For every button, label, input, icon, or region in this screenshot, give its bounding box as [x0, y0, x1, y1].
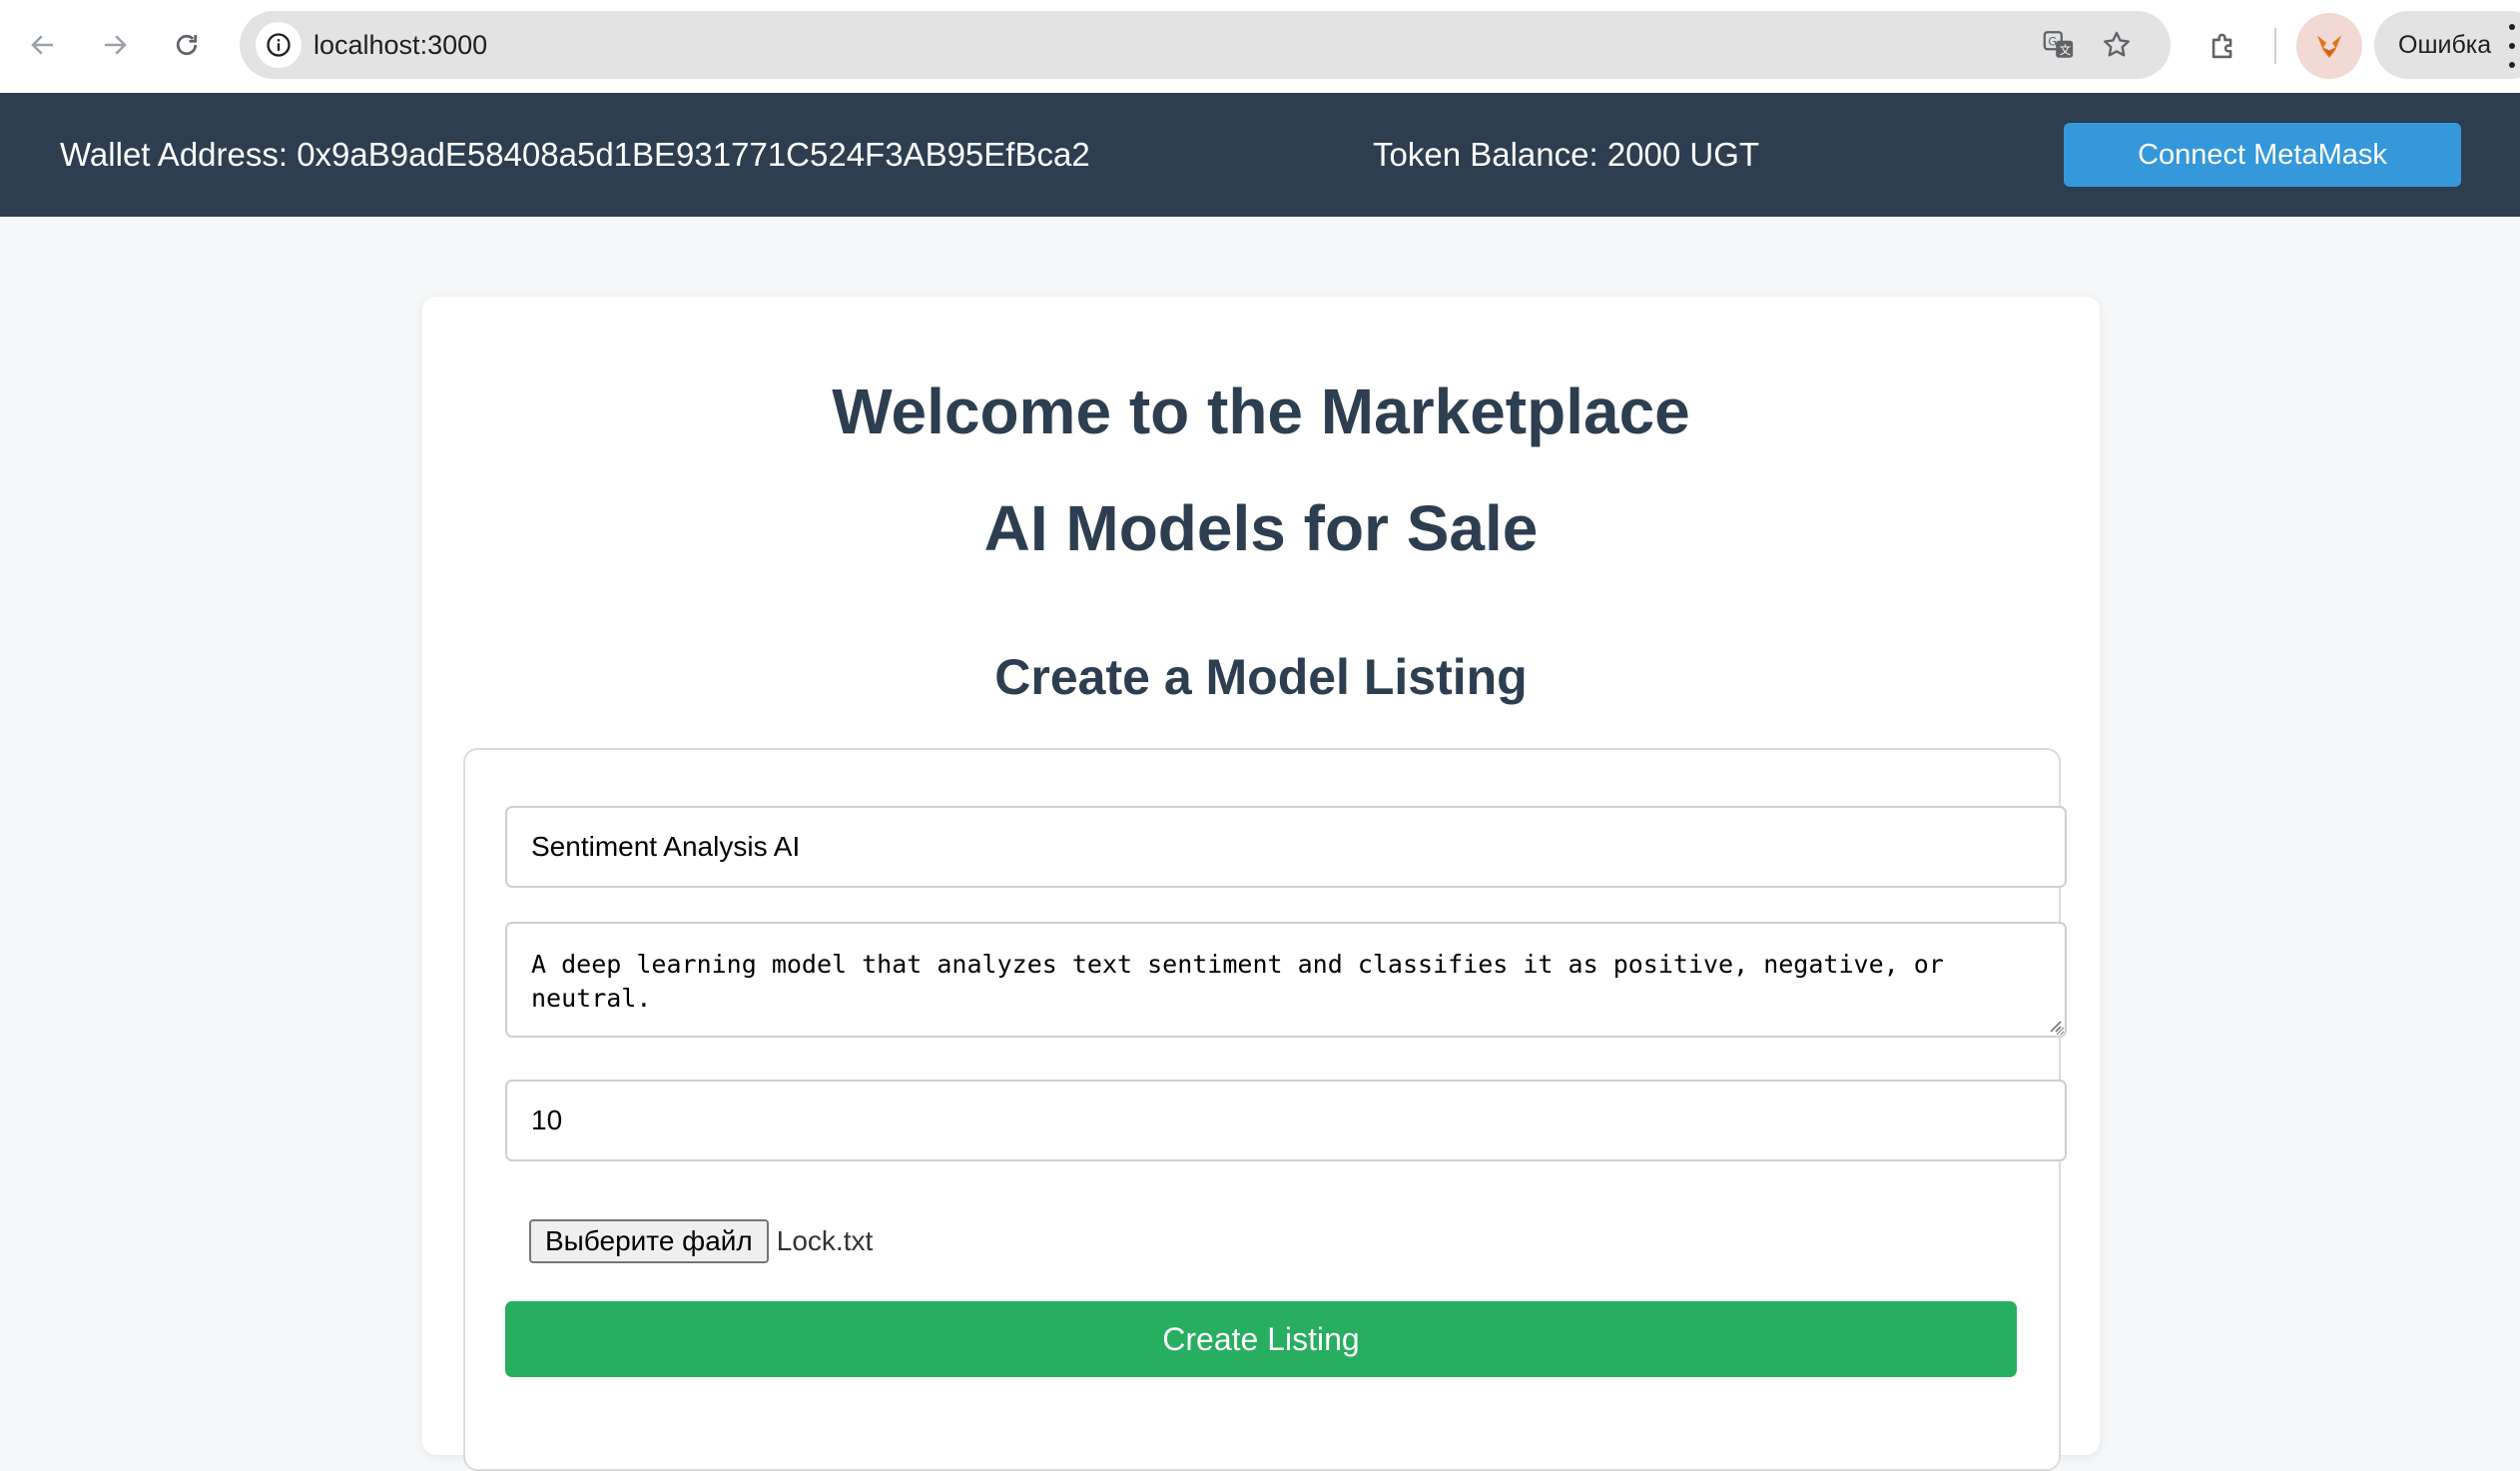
reload-button[interactable]	[162, 20, 212, 70]
profile-label: Ошибка	[2398, 31, 2492, 59]
choose-file-button[interactable]: Выберите файл	[529, 1219, 769, 1263]
star-icon	[2104, 31, 2130, 57]
file-upload: Выберите файл Lock.txt	[529, 1219, 873, 1263]
svg-text:G: G	[2048, 35, 2057, 49]
arrow-right-icon	[105, 35, 127, 55]
svg-text:文: 文	[2060, 43, 2071, 57]
puzzle-icon	[2211, 33, 2232, 59]
address-bar[interactable]: localhost:3000 G 文	[240, 11, 2171, 79]
toolbar-divider	[2274, 28, 2276, 64]
info-icon	[267, 33, 291, 57]
marketplace-card: Welcome to the Marketplace AI Models for…	[422, 297, 2100, 1471]
back-button[interactable]	[18, 20, 68, 70]
app-header: Wallet Address: 0x9aB9adE58408a5d1BE9317…	[0, 93, 2520, 217]
model-name-input[interactable]	[505, 806, 2067, 888]
create-listing-form: A deep learning model that analyzes text…	[463, 748, 2067, 1471]
site-info-button[interactable]	[256, 22, 302, 68]
translate-button[interactable]: G 文	[2037, 23, 2081, 67]
connect-metamask-button[interactable]: Connect MetaMask	[2064, 123, 2461, 187]
forward-button[interactable]	[90, 20, 140, 70]
browser-toolbar: localhost:3000 G 文 Ошибка	[0, 0, 2520, 93]
selected-file-name: Lock.txt	[776, 1225, 874, 1256]
create-listing-button[interactable]: Create Listing	[505, 1301, 2017, 1377]
profile-button[interactable]: Ошибка	[2374, 11, 2520, 79]
arrow-left-icon	[31, 35, 53, 55]
wallet-address: Wallet Address: 0x9aB9adE58408a5d1BE9317…	[60, 136, 1090, 173]
bookmark-button[interactable]	[2095, 23, 2139, 67]
resize-grip-icon[interactable]	[2047, 1018, 2063, 1034]
token-balance: Token Balance: 2000 UGT	[1373, 136, 1760, 173]
form-title: Create a Model Listing	[994, 649, 1528, 705]
extensions-button[interactable]	[2199, 22, 2248, 72]
page-subtitle: AI Models for Sale	[983, 492, 1539, 564]
metamask-extension-button[interactable]	[2296, 13, 2362, 79]
fox-icon	[2317, 35, 2341, 58]
model-description-textarea[interactable]: A deep learning model that analyzes text…	[505, 922, 2067, 1038]
more-vert-icon[interactable]	[2504, 24, 2520, 68]
reload-icon	[176, 34, 198, 56]
url-text[interactable]: localhost:3000	[314, 11, 487, 79]
page-title: Welcome to the Marketplace	[832, 375, 1690, 447]
translate-icon: G 文	[2043, 31, 2074, 58]
model-price-input[interactable]	[505, 1080, 2067, 1161]
description-wrapper: A deep learning model that analyzes text…	[505, 922, 2067, 1038]
